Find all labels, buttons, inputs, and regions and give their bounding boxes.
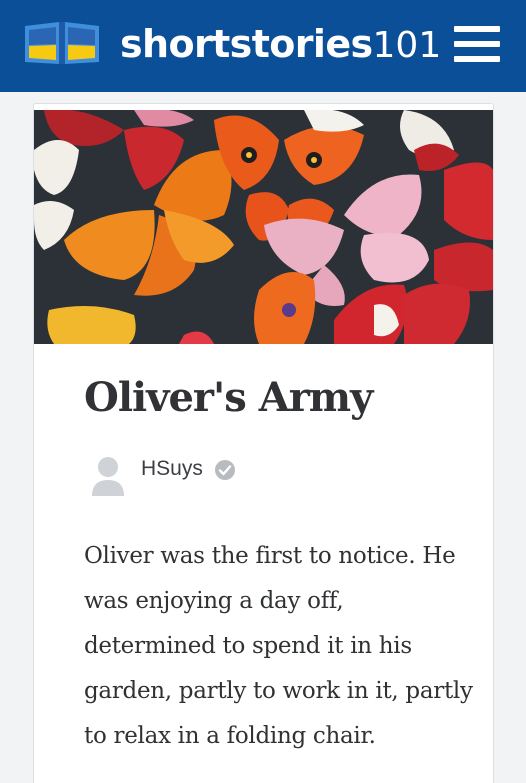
hamburger-menu-icon[interactable] bbox=[454, 24, 502, 66]
verified-check-icon bbox=[215, 460, 235, 480]
open-book-icon[interactable] bbox=[22, 18, 102, 68]
brand-logo-text[interactable]: shortstories101 bbox=[120, 19, 441, 69]
top-navigation-bar: shortstories101 bbox=[0, 0, 526, 92]
story-card: Oliver's Army HSuys Oliver was the first… bbox=[33, 103, 494, 783]
story-body-text: Oliver was the first to notice. He was e… bbox=[84, 543, 473, 749]
story-title: Oliver's Army bbox=[84, 374, 373, 421]
avatar[interactable] bbox=[90, 456, 126, 496]
author-byline: HSuys bbox=[90, 454, 390, 500]
author-name[interactable]: HSuys bbox=[141, 457, 203, 481]
story-cover-image bbox=[34, 110, 493, 344]
brand-name: shortstories bbox=[120, 22, 373, 66]
butterflies-illustration bbox=[34, 110, 493, 344]
brand-number: 101 bbox=[372, 25, 442, 66]
